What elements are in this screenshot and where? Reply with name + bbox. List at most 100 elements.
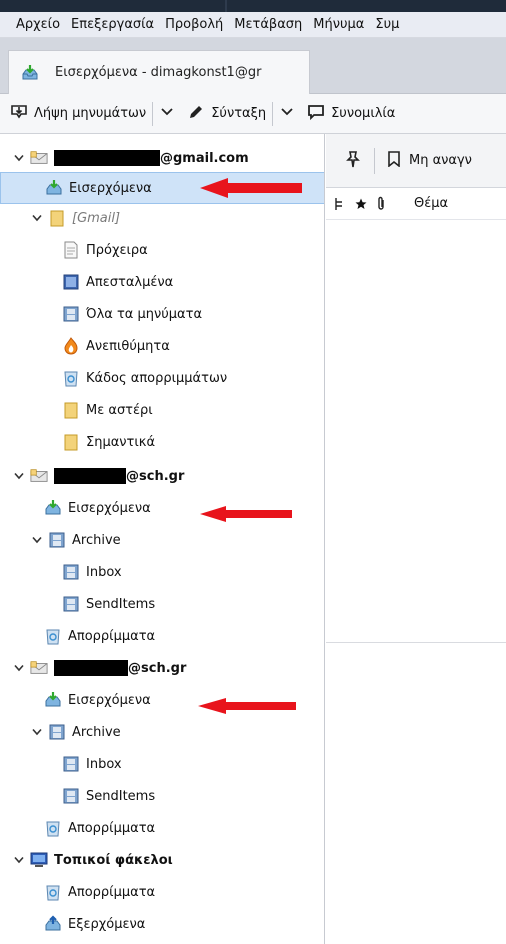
folder-label: Archive bbox=[72, 724, 121, 740]
chat-button[interactable]: Συνομιλία bbox=[307, 103, 395, 125]
chevron-down-icon bbox=[161, 106, 173, 121]
chevron-down-icon[interactable] bbox=[12, 661, 26, 675]
inbox-icon bbox=[44, 499, 62, 517]
chevron-down-icon[interactable] bbox=[30, 725, 44, 739]
account-local-folders[interactable]: Τοπικοί φάκελοι bbox=[0, 844, 324, 876]
tab-inbox[interactable]: Εισερχόμενα - dimagkonst1@gr bbox=[8, 50, 310, 94]
menu-edit[interactable]: Επεξεργασία bbox=[71, 17, 154, 32]
folder-label: Απεσταλμένα bbox=[86, 274, 174, 290]
folder-important[interactable]: Σημαντικά bbox=[0, 426, 324, 458]
chevron-down-icon[interactable] bbox=[12, 469, 26, 483]
folder-archive[interactable]: Archive bbox=[0, 716, 324, 748]
chevron-down-icon[interactable] bbox=[30, 211, 44, 225]
inbox-icon bbox=[45, 179, 63, 197]
compose-label: Σύνταξη bbox=[211, 106, 267, 121]
account-gmail[interactable]: @gmail.com bbox=[0, 142, 324, 174]
folder-label: Κάδος απορριμμάτων bbox=[86, 370, 228, 386]
tab-fade bbox=[269, 51, 309, 94]
folder-label: Inbox bbox=[86, 564, 122, 580]
folder-outbox[interactable]: Εξερχόμενα bbox=[0, 908, 324, 940]
chevron-down-icon[interactable] bbox=[12, 853, 26, 867]
folder-drafts[interactable]: Πρόχειρα bbox=[0, 234, 324, 266]
menu-events[interactable]: Συμ bbox=[375, 17, 399, 32]
folder-trash[interactable]: Κάδος απορριμμάτων bbox=[0, 362, 324, 394]
folder-archive-inbox[interactable]: Inbox bbox=[0, 748, 324, 780]
account-sch-1[interactable]: @sch.gr bbox=[0, 460, 324, 492]
folder-label: SendItems bbox=[86, 788, 156, 804]
trash-icon bbox=[44, 819, 62, 837]
attachment-column-icon[interactable] bbox=[370, 196, 392, 212]
inbox-icon bbox=[44, 691, 62, 709]
folder-icon bbox=[62, 401, 80, 419]
pane-divider bbox=[225, 0, 227, 12]
archive-icon bbox=[48, 531, 66, 549]
get-messages-button[interactable]: Λήψη μηνυμάτων bbox=[10, 103, 146, 125]
computer-icon bbox=[30, 851, 48, 869]
subject-column-header[interactable]: Θέμα bbox=[414, 196, 448, 211]
folder-archive[interactable]: Archive bbox=[0, 524, 324, 556]
menu-file[interactable]: Αρχείο bbox=[16, 17, 60, 32]
compose-button[interactable]: Σύνταξη bbox=[187, 103, 266, 125]
chat-icon bbox=[307, 103, 325, 125]
folder-senditems[interactable]: SendItems bbox=[0, 780, 324, 812]
menu-message[interactable]: Μήνυμα bbox=[313, 17, 364, 32]
thread-column-icon[interactable] bbox=[326, 197, 352, 211]
folder-label: Εξερχόμενα bbox=[68, 916, 146, 932]
folder-label: Εισερχόμενα bbox=[68, 500, 151, 516]
menu-go[interactable]: Μετάβαση bbox=[234, 17, 302, 32]
folder-junk[interactable]: Ανεπιθύμητα bbox=[0, 330, 324, 362]
folder-label: SendItems bbox=[86, 596, 156, 612]
get-messages-label: Λήψη μηνυμάτων bbox=[34, 106, 147, 121]
redacted-username bbox=[54, 660, 128, 676]
thread-pane: Μη αναγν Θέμα bbox=[326, 134, 506, 944]
folder-label: Εισερχόμενα bbox=[69, 180, 152, 196]
inbox-icon bbox=[21, 64, 39, 82]
unread-filter-button[interactable]: Μη αναγν bbox=[387, 150, 472, 171]
account-label: @sch.gr bbox=[126, 468, 185, 484]
folder-label: Απορρίμματα bbox=[68, 820, 156, 836]
filter-separator bbox=[374, 147, 375, 174]
quick-filter-bar: Μη αναγν bbox=[326, 134, 506, 188]
drafts-icon bbox=[62, 241, 80, 259]
folder-trash[interactable]: Απορρίμματα bbox=[0, 620, 324, 652]
window-top-strip bbox=[0, 0, 506, 12]
folder-sent[interactable]: Απεσταλμένα bbox=[0, 266, 324, 298]
thread-column-header: Θέμα bbox=[326, 188, 506, 220]
folder-all-mail[interactable]: Όλα τα μηνύματα bbox=[0, 298, 324, 330]
pencil-icon bbox=[187, 103, 205, 125]
folder-label: Με αστέρι bbox=[86, 402, 153, 418]
folder-senditems[interactable]: SendItems bbox=[0, 588, 324, 620]
trash-icon bbox=[62, 369, 80, 387]
account-sch-2[interactable]: @sch.gr bbox=[0, 652, 324, 684]
archive-icon bbox=[62, 787, 80, 805]
folder-pane: @gmail.com Εισερχόμενα [Gmail] Πρόχειρα … bbox=[0, 134, 325, 944]
account-label: Τοπικοί φάκελοι bbox=[54, 852, 173, 868]
folder-label: Απορρίμματα bbox=[68, 884, 156, 900]
get-messages-dropdown[interactable] bbox=[159, 106, 175, 121]
archive-icon bbox=[48, 723, 66, 741]
outbox-icon bbox=[44, 915, 62, 933]
folder-icon bbox=[48, 209, 66, 227]
folder-starred[interactable]: Με αστέρι bbox=[0, 394, 324, 426]
menu-bar: Αρχείο Επεξεργασία Προβολή Μετάβαση Μήνυ… bbox=[0, 12, 506, 38]
archive-icon bbox=[62, 755, 80, 773]
menu-view[interactable]: Προβολή bbox=[165, 17, 223, 32]
archive-icon bbox=[62, 305, 80, 323]
archive-icon bbox=[62, 563, 80, 581]
pin-icon[interactable] bbox=[344, 150, 362, 172]
compose-dropdown[interactable] bbox=[279, 106, 295, 121]
chevron-down-icon[interactable] bbox=[30, 533, 44, 547]
chevron-down-icon[interactable] bbox=[12, 151, 26, 165]
folder-trash[interactable]: Απορρίμματα bbox=[0, 876, 324, 908]
star-column-icon[interactable] bbox=[352, 198, 370, 210]
folder-archive-inbox[interactable]: Inbox bbox=[0, 556, 324, 588]
redacted-username bbox=[54, 150, 160, 166]
chevron-down-icon bbox=[281, 106, 293, 121]
folder-label: Ανεπιθύμητα bbox=[86, 338, 170, 354]
folder-trash[interactable]: Απορρίμματα bbox=[0, 812, 324, 844]
toolbar-separator bbox=[272, 101, 274, 126]
folder-label: Inbox bbox=[86, 756, 122, 772]
folder-gmail-group[interactable]: [Gmail] bbox=[0, 202, 324, 234]
trash-icon bbox=[44, 883, 62, 901]
thread-divider bbox=[326, 642, 506, 643]
